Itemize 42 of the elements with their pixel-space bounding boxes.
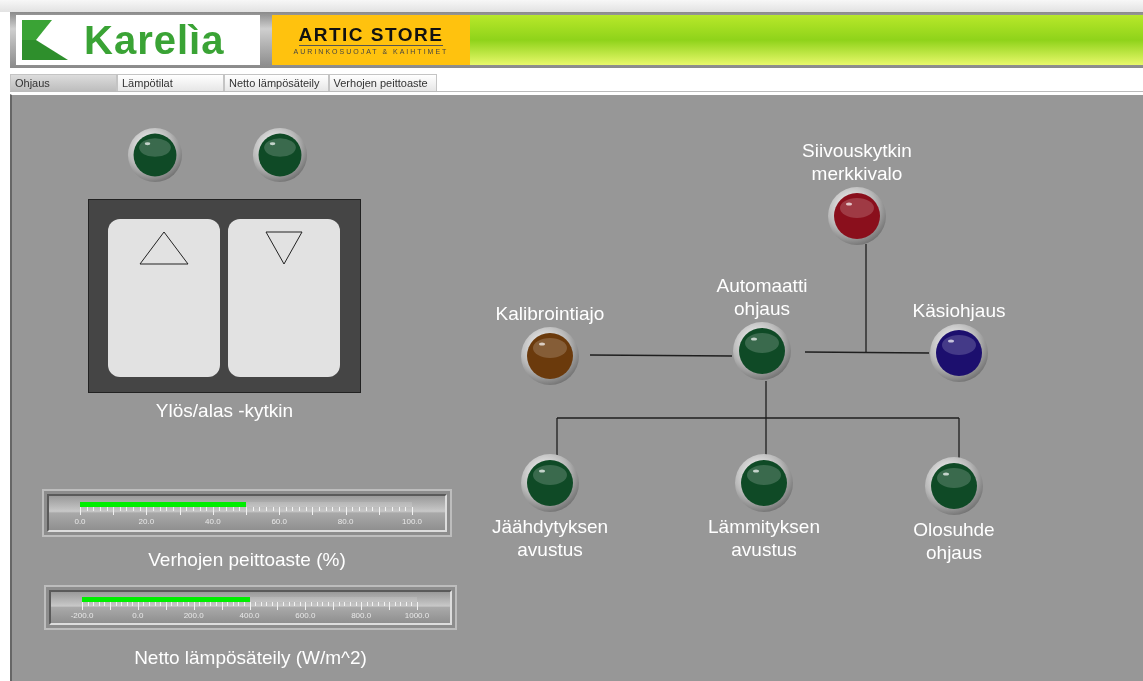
down-key[interactable] <box>228 219 340 377</box>
tick-label: 600.0 <box>295 611 316 620</box>
tick-label: 800.0 <box>351 611 372 620</box>
gauge-label: Verhojen peittoaste (%) <box>147 549 347 571</box>
logo-text: Karelìa <box>84 20 225 60</box>
tick-label: 200.0 <box>183 611 204 620</box>
tick-label: 20.0 <box>138 517 155 526</box>
tick-label: 400.0 <box>239 611 260 620</box>
tick-label: 80.0 <box>337 517 354 526</box>
indicator-lamp-icon <box>929 323 989 383</box>
lamp-label: Jäähdytyksen avustus <box>490 516 610 562</box>
tab[interactable]: Netto lämpösäteily <box>224 74 329 91</box>
store-name: ARTIC STORE <box>298 24 444 47</box>
tick-label: 40.0 <box>205 517 221 526</box>
tab[interactable]: Ohjaus <box>10 74 117 91</box>
tick-label: 1000.0 <box>404 611 430 620</box>
lamp-label: Olosuhde ohjaus <box>912 519 996 565</box>
lamp-label: Lämmityksen avustus <box>707 516 821 562</box>
down-triangle-icon <box>265 231 303 265</box>
tick-label: 100.0 <box>402 517 422 526</box>
tab[interactable]: Lämpötilat <box>117 74 224 91</box>
tick-label: 0.0 <box>132 611 144 620</box>
gauge-label: Netto lämpösäteily (W/m^2) <box>133 647 368 669</box>
lamp-label: Automaatti ohjaus <box>715 275 809 321</box>
indicator-lamp-icon <box>520 326 580 386</box>
lamp-label: Siivouskytkin merkkivalo <box>801 140 913 186</box>
lamp-label: Kalibrointiajo <box>494 303 606 326</box>
up-key[interactable] <box>108 219 220 377</box>
indicator-lamp-icon <box>520 453 580 513</box>
indicator-lamp-icon <box>732 321 792 381</box>
indicator-lamp-icon <box>924 456 984 516</box>
indicator-lamp-icon <box>827 186 887 246</box>
tick-label: 0.0 <box>74 517 86 526</box>
lamp-label: Käsiohjaus <box>911 300 1007 323</box>
tick-label: -200.0 <box>70 611 94 620</box>
up-triangle-icon <box>139 231 189 265</box>
indicator-lamp-icon <box>252 127 308 183</box>
switch-label: Ylös/alas -kytkin <box>154 400 295 422</box>
tab[interactable]: Verhojen peittoaste <box>328 74 437 91</box>
indicator-lamp-icon <box>127 127 183 183</box>
indicator-lamp-icon <box>734 453 794 513</box>
tick-label: 60.0 <box>271 517 287 526</box>
